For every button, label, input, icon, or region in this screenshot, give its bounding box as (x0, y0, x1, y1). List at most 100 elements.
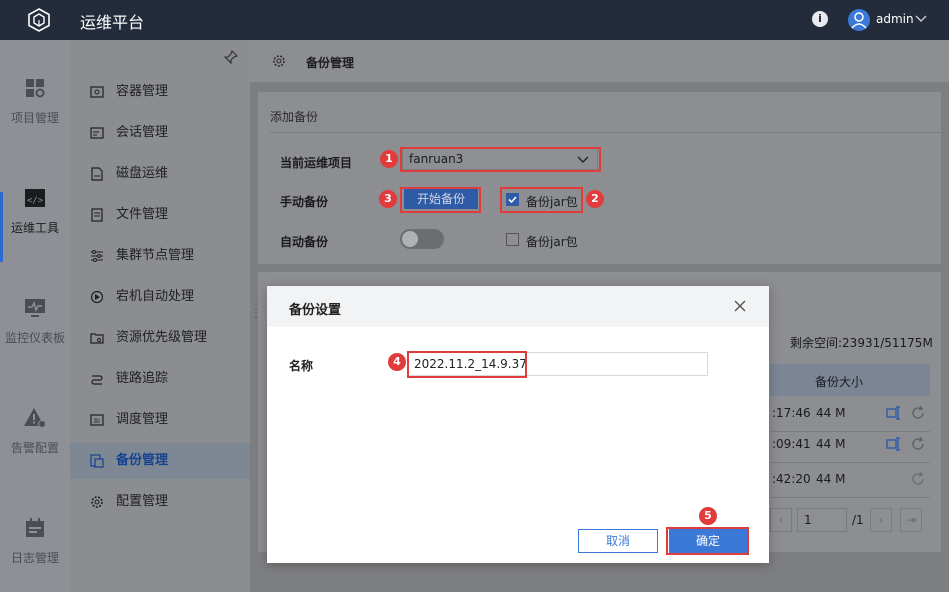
container-icon (90, 86, 104, 98)
dialog-header: 备份设置 (267, 286, 769, 327)
subnav-item-label: 资源优先级管理 (116, 330, 208, 345)
last-page-button[interactable]: ⇥ (900, 508, 922, 532)
name-label: 名称 (289, 359, 314, 373)
subnav-item-label: 宕机自动处理 (116, 289, 195, 304)
auto-backup-label: 自动备份 (280, 235, 329, 249)
annotation-box-1 (400, 147, 601, 172)
rail-item-label: 项目管理 (10, 111, 59, 125)
page-input[interactable]: 1 (797, 508, 847, 532)
auto-jar-checkbox-label: 备份jar包 (526, 235, 578, 249)
divider (270, 132, 941, 133)
subnav-item-label: 磁盘运维 (116, 166, 169, 181)
logo-icon (28, 8, 50, 32)
subnav-item-label: 备份管理 (116, 453, 169, 468)
subnav-item-files[interactable]: 文件管理 (70, 197, 250, 233)
annotation-badge-5: 5 (699, 507, 717, 525)
code-window-icon: </> (25, 189, 45, 207)
config-icon (91, 496, 103, 508)
user-name[interactable]: admin (876, 12, 914, 26)
row-size: 44 M (816, 437, 846, 451)
page-title: 备份管理 (306, 56, 355, 70)
monitor-icon (25, 299, 45, 317)
subnav-item-config[interactable]: 配置管理 (70, 484, 250, 520)
refresh-icon[interactable] (910, 471, 926, 487)
subnav-item-cluster-nodes[interactable]: 集群节点管理 (70, 238, 250, 274)
schedule-icon: BI (90, 414, 104, 426)
size-column-header: 备份大小 (815, 375, 864, 389)
auto-jar-checkbox[interactable] (506, 233, 519, 246)
restore-icon[interactable] (886, 405, 902, 421)
subnav-item-scheduling[interactable]: BI 调度管理 (70, 402, 250, 438)
annotation-box-4 (407, 351, 527, 378)
rail-item-dashboard[interactable]: 监控仪表板 (0, 296, 70, 356)
sliders-icon (91, 250, 103, 262)
info-icon[interactable]: i (812, 11, 828, 27)
subnav-item-label: 容器管理 (116, 84, 169, 99)
annotation-box-3 (400, 187, 481, 213)
subnav-item-disk[interactable]: 磁盘运维 (70, 156, 250, 192)
primary-rail: 项目管理 </> 运维工具 监控仪表板 告警配置 日志管理 (0, 40, 70, 592)
warning-gear-icon (24, 408, 46, 428)
project-label: 当前运维项目 (280, 156, 353, 170)
rail-item-label: 监控仪表板 (4, 331, 65, 345)
toggle-knob (402, 231, 418, 247)
backup-icon (90, 454, 104, 468)
row-size: 44 M (816, 406, 846, 420)
close-icon[interactable] (733, 299, 747, 313)
row-time: :42:20 (772, 472, 811, 486)
backup-settings-dialog: 备份设置 名称 2022.11.2_14.9.37 取消 确定 (267, 286, 769, 563)
auto-backup-toggle[interactable] (400, 229, 444, 249)
annotation-badge-1: 1 (380, 150, 398, 168)
subnav-item-containers[interactable]: 容器管理 (70, 74, 250, 110)
secondary-sidebar: 容器管理 会话管理 磁盘运维 文件管理 集群节点管理 宕机自动处理 资源优先级管… (70, 40, 250, 592)
restore-icon[interactable] (886, 436, 902, 452)
remaining-space: 剩余空间:23931/51175M (790, 334, 933, 351)
rail-item-alerts[interactable]: 告警配置 (0, 406, 70, 466)
annotation-badge-4: 4 (388, 353, 406, 371)
dialog-title: 备份设置 (289, 303, 342, 318)
remaining-value: 23931/51175M (842, 336, 933, 350)
avatar[interactable] (848, 9, 870, 31)
subnav-item-resource-priority[interactable]: 资源优先级管理 (70, 320, 250, 356)
rail-item-label: 运维工具 (10, 221, 59, 235)
rail-item-logs[interactable]: 日志管理 (0, 516, 70, 576)
trace-icon (91, 375, 103, 385)
remaining-label: 剩余空间: (790, 336, 843, 350)
gear-icon (273, 55, 285, 67)
subnav-item-sessions[interactable]: 会话管理 (70, 115, 250, 151)
chevron-down-icon[interactable] (914, 11, 928, 25)
subnav-item-tracing[interactable]: 链路追踪 (70, 361, 250, 397)
row-time: :09:41 (772, 437, 811, 451)
grid-icon (26, 79, 45, 98)
annotation-badge-2: 2 (586, 190, 604, 208)
pin-icon[interactable] (224, 50, 238, 64)
subnav-item-label: 会话管理 (116, 125, 169, 140)
rail-item-ops-tools[interactable]: </> 运维工具 (0, 186, 70, 246)
top-bar: 运维平台 i admin (0, 0, 949, 40)
rail-item-label: 告警配置 (10, 441, 59, 455)
prev-page-button[interactable]: ‹ (770, 508, 792, 532)
annotation-box-5 (666, 527, 749, 555)
annotation-box-2 (500, 187, 583, 213)
table-row: :42:20 44 M (770, 462, 930, 498)
next-page-button[interactable]: › (870, 508, 892, 532)
subnav-item-auto-recovery[interactable]: 宕机自动处理 (70, 279, 250, 315)
subnav-item-label: 调度管理 (116, 412, 169, 427)
cancel-button[interactable]: 取消 (578, 529, 658, 553)
subnav-item-label: 文件管理 (116, 207, 169, 222)
rail-item-label: 日志管理 (10, 551, 59, 565)
add-backup-panel: 添加备份 当前运维项目 fanruan3 手动备份 开始备份 备份jar包 自动… (258, 92, 941, 264)
svg-text:BI: BI (94, 418, 100, 425)
rail-item-project[interactable]: 项目管理 (0, 76, 70, 136)
refresh-icon[interactable] (910, 405, 926, 421)
manual-backup-label: 手动备份 (280, 195, 329, 209)
file-icon (91, 208, 103, 222)
page-total: /1 (852, 513, 864, 527)
subnav-item-label: 集群节点管理 (116, 248, 195, 263)
disk-icon (91, 167, 103, 181)
subnav-item-label: 配置管理 (116, 494, 169, 509)
user-icon (851, 12, 867, 29)
subnav-item-backup[interactable]: 备份管理 (70, 443, 250, 479)
row-time: :17:46 (772, 406, 811, 420)
refresh-icon[interactable] (910, 436, 926, 452)
